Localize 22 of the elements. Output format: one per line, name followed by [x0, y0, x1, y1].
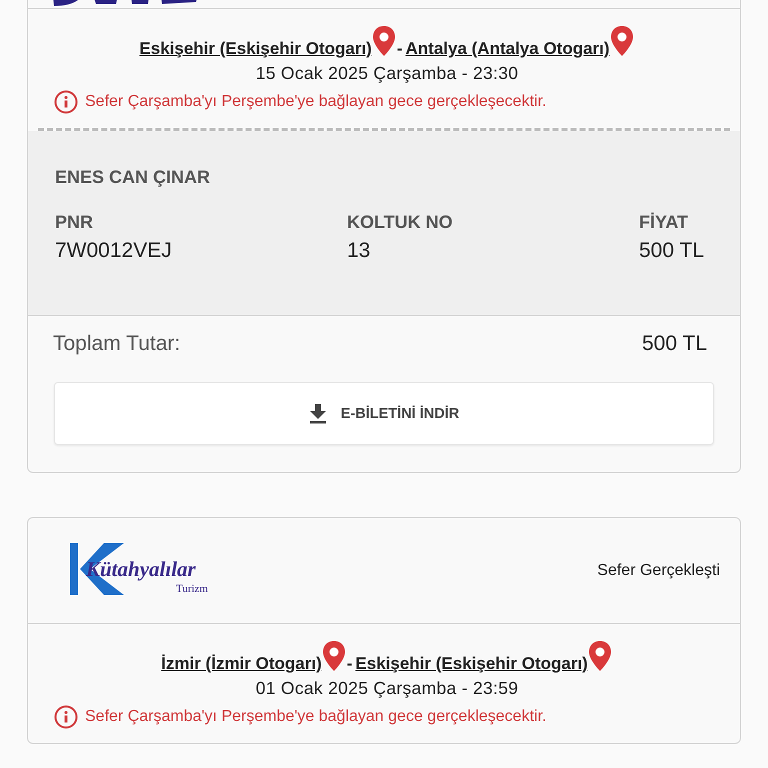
- notice-text: Sefer Çarşamba'yı Perşembe'ye bağlayan gece gerçekleşecektir.: [85, 93, 546, 111]
- field-label: FİYAT: [639, 212, 690, 233]
- departure-datetime: 15 Ocak 2025 Çarşamba - 23:30: [256, 63, 518, 84]
- departure-link[interactable]: İzmir (İzmir Otogarı): [161, 654, 322, 676]
- total-amount: 500 TL: [642, 332, 707, 356]
- passenger-name: ENES CAN ÇINAR: [55, 167, 212, 188]
- departure-datetime: 01 Ocak 2025 Çarşamba - 23:59: [256, 678, 518, 699]
- arrival-link[interactable]: Antalya (Antalya Otogarı): [406, 39, 610, 61]
- route-separator: -: [396, 39, 404, 60]
- notice-text: Sefer Çarşamba'yı Perşembe'ye bağlayan gece gerçekleşecektir.: [85, 708, 546, 726]
- logo-subtitle: Turizm: [176, 582, 208, 594]
- field-value: 500 TL: [639, 239, 704, 263]
- total-label: Toplam Tutar:: [53, 332, 180, 356]
- route-separator: -: [346, 654, 354, 675]
- download-ticket-button[interactable]: E-BİLETİNİ İNDİR: [54, 382, 714, 445]
- field-label: PNR: [55, 212, 94, 233]
- field-label: KOLTUK NO: [347, 212, 454, 233]
- field-value: 13: [347, 239, 372, 263]
- departure-link[interactable]: Eskişehir (Eskişehir Otogarı): [139, 39, 372, 61]
- arrival-link[interactable]: Eskişehir (Eskişehir Otogarı): [355, 654, 588, 676]
- field-value: 7W0012VEJ: [55, 239, 173, 263]
- trip-status: Sefer Gerçekleşti: [597, 562, 720, 580]
